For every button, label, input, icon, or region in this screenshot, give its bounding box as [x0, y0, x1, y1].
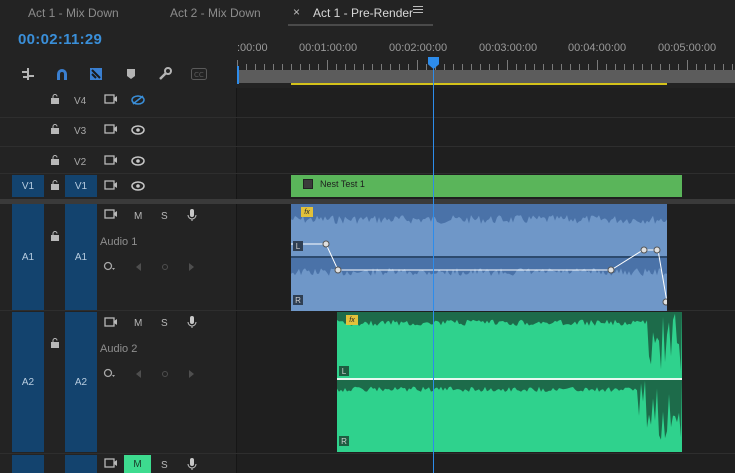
toggle-output-off-icon[interactable]: [131, 95, 145, 108]
ruler-label: :00:00: [237, 42, 268, 54]
add-keyframe-icon[interactable]: [161, 369, 169, 381]
audio-waveform-a2: [337, 312, 682, 452]
work-area-bar[interactable]: [237, 70, 735, 83]
active-tab-underline: [288, 24, 433, 26]
track-target-v4[interactable]: V4: [74, 96, 86, 107]
ruler-ticks: [237, 60, 733, 70]
track-target-v1[interactable]: V1: [65, 175, 97, 197]
snap-icon[interactable]: [19, 66, 37, 82]
sync-lock-icon[interactable]: [104, 155, 118, 170]
ruler-label: 00:05:00:00: [658, 42, 717, 54]
track-target-v2[interactable]: V2: [74, 157, 86, 168]
lock-icon[interactable]: [50, 124, 60, 137]
keyframe-toggle-icon[interactable]: [103, 368, 117, 381]
sync-lock-icon[interactable]: [104, 209, 118, 224]
track-target-a3[interactable]: [65, 455, 97, 473]
channel-left-label: L: [339, 366, 349, 376]
track-separator: [0, 146, 735, 147]
ruler-label: 00:02:00:00: [389, 42, 448, 54]
close-tab-icon[interactable]: ×: [293, 5, 300, 19]
linked-selection-icon[interactable]: [53, 66, 71, 82]
playhead-timecode[interactable]: 00:02:11:29: [18, 31, 102, 48]
solo-button[interactable]: S: [161, 211, 168, 222]
source-patch-a1[interactable]: A1: [12, 204, 44, 310]
clip-name: Nest Test 1: [320, 179, 365, 189]
track-separator: [0, 453, 735, 454]
sequence-tab-bar: Act 1 - Mix Down Act 2 - Mix Down × Act …: [0, 0, 735, 26]
insert-icon[interactable]: [87, 66, 105, 82]
lock-icon[interactable]: [50, 155, 60, 168]
voice-over-mic-icon[interactable]: [187, 315, 197, 332]
source-patch-v1[interactable]: V1: [12, 175, 44, 197]
svg-text:CC: CC: [194, 71, 204, 79]
track-name-audio2[interactable]: Audio 2: [100, 343, 137, 355]
next-keyframe-icon[interactable]: [187, 262, 195, 274]
tab-menu-icon[interactable]: [413, 4, 423, 14]
channel-right-label: R: [293, 295, 303, 305]
add-keyframe-icon[interactable]: [161, 262, 169, 274]
sync-lock-icon[interactable]: [104, 458, 118, 473]
eye-icon[interactable]: [131, 156, 145, 169]
track-target-v3[interactable]: V3: [74, 126, 86, 137]
prev-keyframe-icon[interactable]: [135, 369, 143, 381]
marker-icon[interactable]: [122, 66, 140, 82]
eye-icon[interactable]: [131, 125, 145, 138]
tab-act1-mix-down[interactable]: Act 1 - Mix Down: [28, 6, 119, 20]
channel-right-label: R: [339, 436, 349, 446]
channel-left-label: L: [293, 241, 303, 251]
prev-keyframe-icon[interactable]: [135, 262, 143, 274]
lock-icon[interactable]: [50, 231, 60, 244]
video-clip-nest-test-1[interactable]: Nest Test 1: [291, 175, 682, 197]
voice-over-mic-icon[interactable]: [187, 457, 197, 473]
audio-waveform-a1: [291, 204, 670, 311]
fx-icon: [303, 179, 313, 189]
sync-lock-icon[interactable]: [104, 317, 118, 332]
sync-lock-icon[interactable]: [104, 94, 118, 109]
track-target-a1[interactable]: A1: [65, 204, 97, 310]
track-name-audio1[interactable]: Audio 1: [100, 236, 137, 248]
solo-button[interactable]: S: [161, 460, 168, 471]
lock-icon[interactable]: [50, 338, 60, 351]
voice-over-mic-icon[interactable]: [187, 208, 197, 225]
mute-button-active[interactable]: M: [124, 455, 151, 473]
ruler-label: 00:04:00:00: [568, 42, 627, 54]
fx-badge: fx: [301, 207, 313, 217]
eye-icon[interactable]: [131, 181, 145, 194]
fx-badge: fx: [346, 315, 358, 325]
lock-icon[interactable]: [50, 94, 60, 107]
audio-clip-a1[interactable]: fx L R: [291, 204, 670, 311]
sync-lock-icon[interactable]: [104, 124, 118, 139]
timeline-toolbar: CC: [0, 66, 236, 84]
audio-clip-a2[interactable]: fx L R: [337, 312, 682, 452]
source-patch-a3[interactable]: [12, 455, 44, 473]
tab-act2-mix-down[interactable]: Act 2 - Mix Down: [170, 6, 261, 20]
sync-lock-icon[interactable]: [104, 180, 118, 195]
mute-button[interactable]: M: [134, 211, 142, 222]
playhead-line[interactable]: [433, 68, 434, 473]
source-patch-a2[interactable]: A2: [12, 312, 44, 452]
mute-button[interactable]: M: [134, 318, 142, 329]
in-point-marker: [237, 66, 239, 84]
ruler-label: 00:01:00:00: [299, 42, 358, 54]
next-keyframe-icon[interactable]: [187, 369, 195, 381]
wrench-icon[interactable]: [156, 66, 174, 82]
keyframe-toggle-icon[interactable]: [103, 261, 117, 274]
ruler-label: 00:03:00:00: [479, 42, 538, 54]
track-target-a2[interactable]: A2: [65, 312, 97, 452]
captions-icon[interactable]: CC: [190, 66, 208, 82]
solo-button[interactable]: S: [161, 318, 168, 329]
render-status-bar: [291, 83, 667, 85]
track-separator: [0, 173, 735, 174]
tab-act1-pre-render[interactable]: Act 1 - Pre-Render: [313, 6, 413, 20]
track-separator: [0, 117, 735, 118]
lock-icon[interactable]: [50, 180, 60, 193]
